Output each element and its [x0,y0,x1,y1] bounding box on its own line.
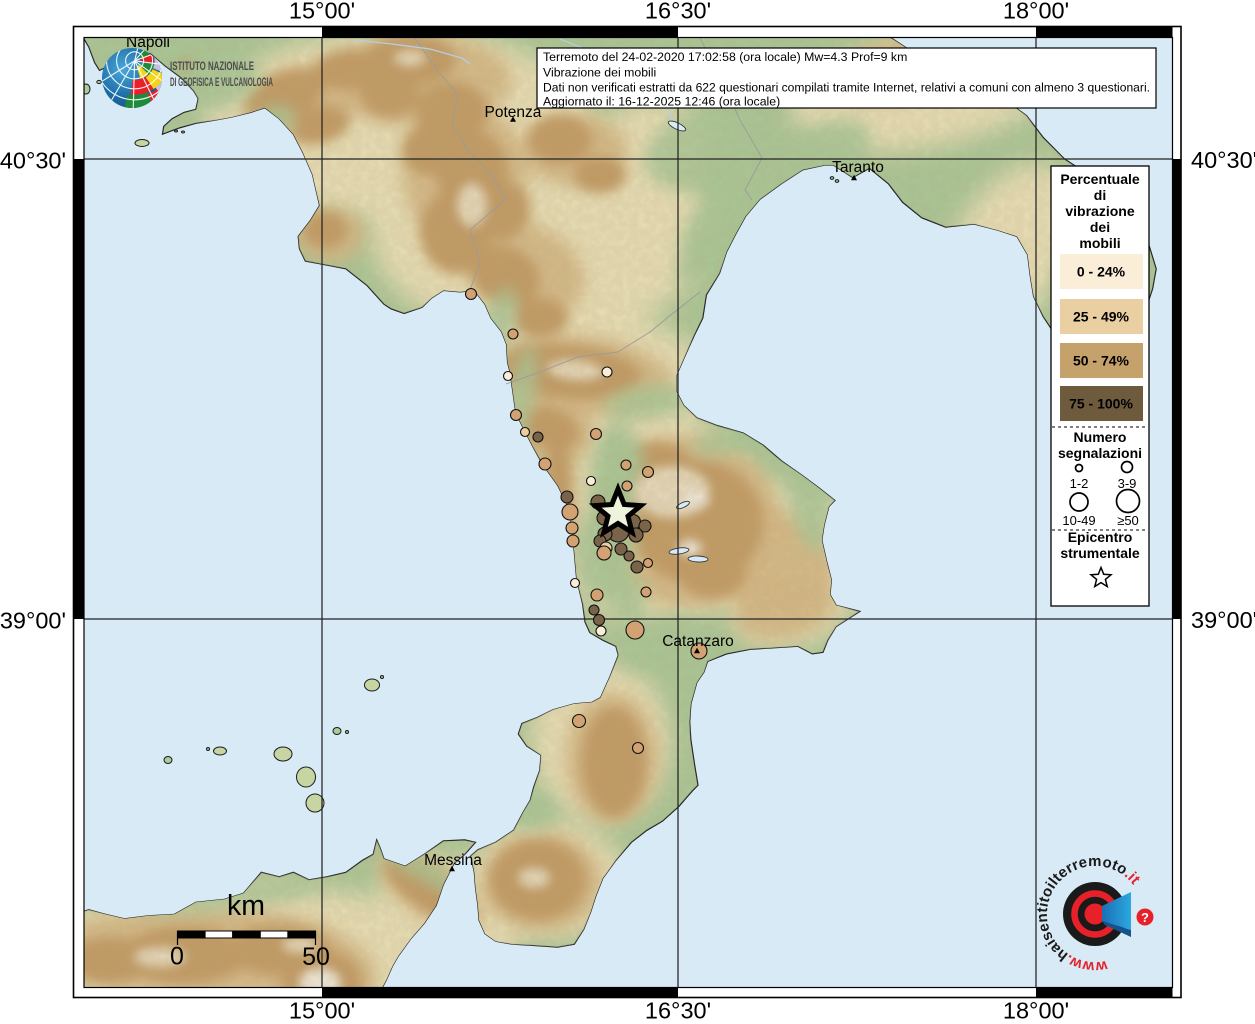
svg-text:18°00': 18°00' [1003,0,1069,24]
svg-text:25 - 49%: 25 - 49% [1073,309,1130,325]
svg-text:Catanzaro: Catanzaro [662,633,734,650]
svg-text:Percentuale: Percentuale [1060,171,1140,187]
svg-text:15°00': 15°00' [289,998,355,1024]
svg-text:Taranto: Taranto [832,159,884,176]
svg-text:1-2: 1-2 [1070,476,1089,491]
svg-text:40°30': 40°30' [1191,147,1255,173]
svg-text:Aggiornato il: 16-12-2025 12:4: Aggiornato il: 16-12-2025 12:46 (ora loc… [543,95,780,109]
svg-text:3-9: 3-9 [1118,476,1137,491]
svg-text:Dati non verificati estratti d: Dati non verificati estratti da 622 ques… [543,81,1150,95]
svg-text:DI GEOFISICA E VULCANOLOGIA: DI GEOFISICA E VULCANOLOGIA [170,75,273,89]
svg-text:40°30': 40°30' [0,148,66,174]
svg-text:Messina: Messina [424,852,482,869]
svg-text:18°00': 18°00' [1003,998,1069,1024]
svg-text:16°30': 16°30' [645,998,711,1024]
svg-text:50: 50 [302,943,330,971]
svg-text:16°30': 16°30' [645,0,711,24]
svg-text:dei: dei [1090,219,1110,235]
svg-text:Vibrazione dei mobili: Vibrazione dei mobili [543,66,656,80]
svg-text:ISTITUTO NAZIONALE: ISTITUTO NAZIONALE [170,59,254,73]
svg-text:15°00': 15°00' [289,0,355,24]
svg-text:?: ? [1141,910,1149,925]
svg-text:segnalazioni: segnalazioni [1058,445,1142,461]
svg-text:Terremoto del 24-02-2020 17:02: Terremoto del 24-02-2020 17:02:58 (ora l… [543,50,907,64]
svg-text:≥50: ≥50 [1117,513,1139,528]
svg-text:vibrazione: vibrazione [1065,203,1134,219]
svg-text:39°00': 39°00' [0,608,66,634]
svg-text:39°00': 39°00' [1191,607,1255,633]
svg-text:0 - 24%: 0 - 24% [1077,264,1126,280]
svg-text:km: km [227,890,265,922]
svg-text:50 - 74%: 50 - 74% [1073,353,1130,369]
svg-text:75 - 100%: 75 - 100% [1069,396,1133,412]
svg-text:Numero: Numero [1074,429,1127,445]
svg-text:di: di [1094,187,1106,203]
svg-text:strumentale: strumentale [1060,545,1140,561]
svg-text:0: 0 [170,943,184,971]
svg-text:10-49: 10-49 [1062,513,1095,528]
svg-text:Epicentro: Epicentro [1068,529,1133,545]
svg-text:mobili: mobili [1079,235,1120,251]
